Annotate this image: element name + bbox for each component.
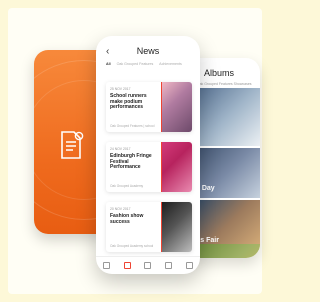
calendar-icon[interactable] [123, 262, 131, 269]
article-date: 25 NOV 2017 [110, 87, 131, 91]
tab-features[interactable]: Oak Grouped Features [117, 62, 154, 66]
article-headline: Fashion show success [110, 213, 144, 225]
phone-news-screen: ‹ News All Oak Grouped Features Achievem… [96, 36, 200, 274]
bottom-nav [96, 256, 200, 274]
tab-achievements[interactable]: Achievements [159, 62, 182, 66]
album-tile[interactable] [192, 88, 260, 146]
page-title: News [136, 46, 160, 56]
news-article-card[interactable]: 24 NOV 2017 Edinburgh Fringe Festival Pe… [106, 142, 192, 192]
news-tabs: All Oak Grouped Features Achievements [106, 62, 187, 66]
tab-all[interactable]: All [106, 62, 111, 66]
mail-icon[interactable] [144, 262, 152, 269]
albums-title: Albums [204, 68, 235, 78]
news-article-card[interactable]: 20 NOV 2017 Fashion show success Oak Gro… [106, 202, 192, 252]
article-headline: Edinburgh Fringe Festival Performance [110, 153, 152, 171]
article-source: Oak Grouped Academy [110, 184, 144, 188]
article-source: Oak Grouped Academy school [110, 244, 154, 248]
article-source: Oak Grouped Features | school [110, 124, 155, 128]
menu-icon[interactable] [186, 262, 194, 269]
article-headline: School runners make podium performances [110, 93, 147, 111]
news-header: ‹ News [96, 46, 200, 60]
runners-photo [162, 82, 192, 132]
home-icon[interactable] [102, 262, 110, 269]
album-tile[interactable]: s Day [192, 148, 260, 198]
article-date: 24 NOV 2017 [110, 147, 131, 151]
album-tile[interactable]: ns Fair [192, 200, 260, 250]
fashion-show-photo [162, 202, 192, 252]
document-icon [61, 131, 84, 159]
album-tile[interactable] [192, 244, 260, 258]
article-date: 20 NOV 2017 [110, 207, 131, 211]
albums-tabs: All Oak Grouped Features Showcases [192, 82, 252, 86]
news-article-card[interactable]: 25 NOV 2017 School runners make podium p… [106, 82, 192, 132]
tab-showcases[interactable]: Showcases [234, 82, 252, 86]
tab-features[interactable]: Oak Grouped Features [197, 82, 233, 86]
files-icon[interactable] [165, 262, 173, 269]
performance-photo [162, 142, 192, 192]
